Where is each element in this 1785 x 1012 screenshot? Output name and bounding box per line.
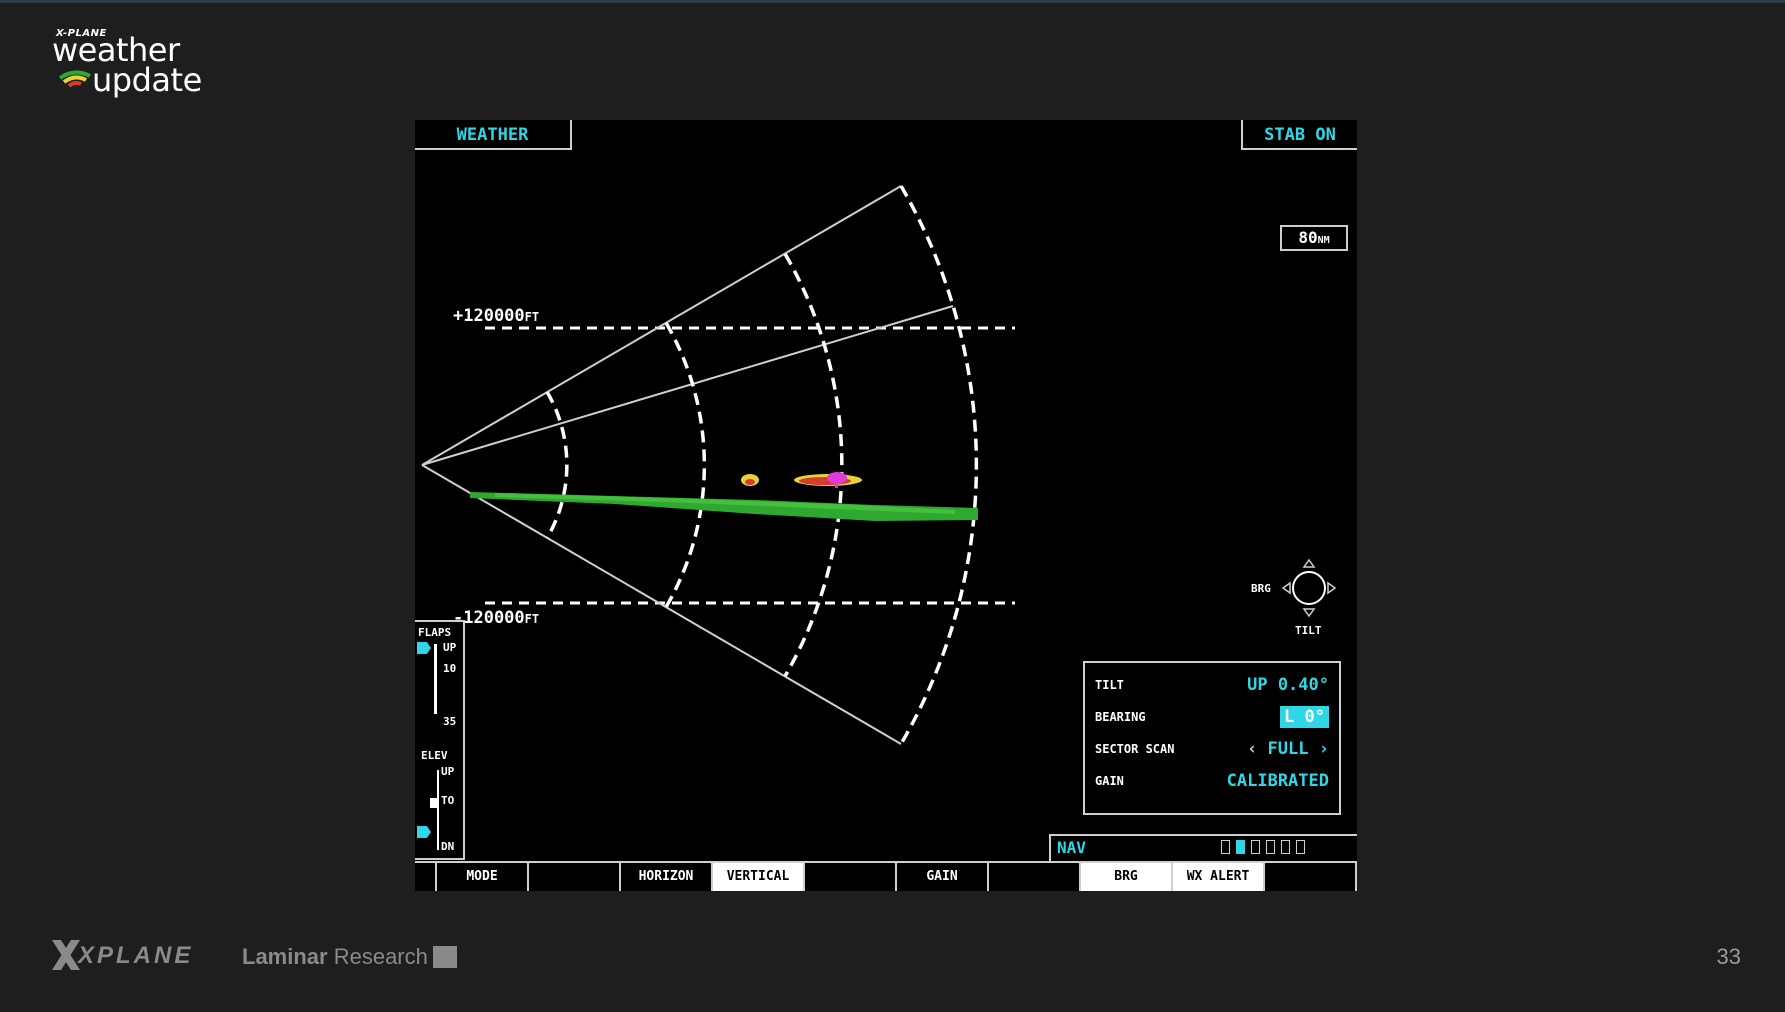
flaps-elev-panel: FLAPS UP 10 35 ELEV UP TO DN bbox=[415, 620, 465, 860]
elev-up-label: UP bbox=[441, 765, 455, 778]
range-arc-2 bbox=[664, 322, 707, 608]
laminar-research-icon bbox=[433, 946, 457, 968]
gain-label: GAIN bbox=[1095, 774, 1124, 788]
softkey-wx-alert[interactable]: WX ALERT bbox=[1171, 863, 1263, 891]
range-arc-1 bbox=[545, 391, 569, 539]
radar-settings-panel: TILT UP 0.40° BEARING L 0° SECTOR SCAN ‹… bbox=[1083, 661, 1341, 815]
top-accent-line bbox=[0, 0, 1785, 3]
brg-control-label: BRG bbox=[1251, 582, 1271, 595]
sector-scan-value: FULL bbox=[1267, 739, 1309, 759]
chevron-right-icon[interactable]: › bbox=[1319, 739, 1329, 759]
upper-altitude-label: +120000FT bbox=[453, 306, 540, 326]
page-indicator bbox=[1221, 840, 1311, 859]
page-indicator-1 bbox=[1221, 840, 1230, 854]
bearing-row[interactable]: BEARING L 0° bbox=[1095, 705, 1329, 729]
lower-altitude-label: -120000FT bbox=[453, 608, 540, 628]
flaps-35-label: 35 bbox=[443, 715, 457, 728]
softkey-blank-4[interactable] bbox=[987, 863, 1079, 891]
page-indicator-3 bbox=[1251, 840, 1260, 854]
elev-to-label: TO bbox=[441, 794, 455, 807]
range-arc-4 bbox=[899, 185, 979, 745]
flaps-scale bbox=[434, 644, 437, 714]
softkey-blank-3[interactable] bbox=[803, 863, 895, 891]
page-indicator-5 bbox=[1281, 840, 1290, 854]
logo-line-update: update bbox=[92, 61, 202, 99]
tilt-label: TILT bbox=[1095, 678, 1124, 692]
xplane-footer-logo: XPLANE bbox=[78, 942, 194, 969]
softkey-bar: MODE HORIZON VERTICAL GAIN BRG WX ALERT bbox=[415, 861, 1357, 891]
brg-tilt-knob-icon[interactable] bbox=[1281, 556, 1337, 620]
gain-row[interactable]: GAIN CALIBRATED bbox=[1095, 769, 1329, 793]
elev-scale bbox=[437, 770, 439, 850]
xplane-footer-x-icon bbox=[52, 940, 80, 970]
page-indicator-4 bbox=[1266, 840, 1275, 854]
elev-trim-marker bbox=[430, 798, 438, 808]
chevron-left-icon[interactable]: ‹ bbox=[1247, 739, 1257, 759]
softkey-gain[interactable]: GAIN bbox=[895, 863, 987, 891]
tilt-value: UP 0.40° bbox=[1247, 675, 1329, 695]
softkey-mode[interactable]: MODE bbox=[435, 863, 527, 891]
slide-number: 33 bbox=[1716, 944, 1741, 969]
softkey-vertical[interactable]: VERTICAL bbox=[711, 863, 803, 891]
softkey-brg[interactable]: BRG bbox=[1079, 863, 1171, 891]
flaps-label: FLAPS bbox=[418, 626, 452, 639]
tilt-control-label: TILT bbox=[1295, 624, 1322, 637]
beam-centerline bbox=[421, 305, 954, 466]
elev-dn-label: DN bbox=[441, 840, 455, 853]
radar-arc-icon bbox=[58, 70, 91, 88]
flaps-up-label: UP bbox=[443, 641, 457, 654]
flaps-pointer-icon bbox=[417, 642, 431, 654]
bearing-label: BEARING bbox=[1095, 710, 1146, 724]
softkey-horizon[interactable]: HORIZON bbox=[619, 863, 711, 891]
gain-value: CALIBRATED bbox=[1226, 771, 1329, 791]
page-indicator-2-active bbox=[1236, 840, 1245, 854]
weather-radar-display: WEATHER STAB ON 80NM +120000FT -120000FT… bbox=[415, 120, 1357, 891]
weather-update-logo: X-PLANE weather update bbox=[52, 28, 222, 100]
softkey-blank-5[interactable] bbox=[1263, 863, 1357, 891]
sector-scan-label: SECTOR SCAN bbox=[1095, 742, 1175, 756]
flaps-10-label: 10 bbox=[443, 662, 457, 675]
page-indicator-6 bbox=[1296, 840, 1305, 854]
sector-scan-selector[interactable]: ‹ FULL › bbox=[1247, 737, 1329, 761]
softkey-blank-2[interactable] bbox=[527, 863, 619, 891]
range-arc-3 bbox=[783, 253, 844, 677]
sector-scan-row[interactable]: SECTOR SCAN ‹ FULL › bbox=[1095, 737, 1329, 761]
elev-label: ELEV bbox=[421, 749, 448, 762]
bearing-value: L 0° bbox=[1280, 706, 1329, 728]
nav-label: NAV bbox=[1057, 838, 1086, 857]
tilt-row[interactable]: TILT UP 0.40° bbox=[1095, 673, 1329, 697]
nav-bar: NAV bbox=[1049, 834, 1357, 861]
laminar-research-logo: Laminar Research bbox=[242, 944, 428, 969]
elev-pointer-icon bbox=[417, 826, 431, 838]
